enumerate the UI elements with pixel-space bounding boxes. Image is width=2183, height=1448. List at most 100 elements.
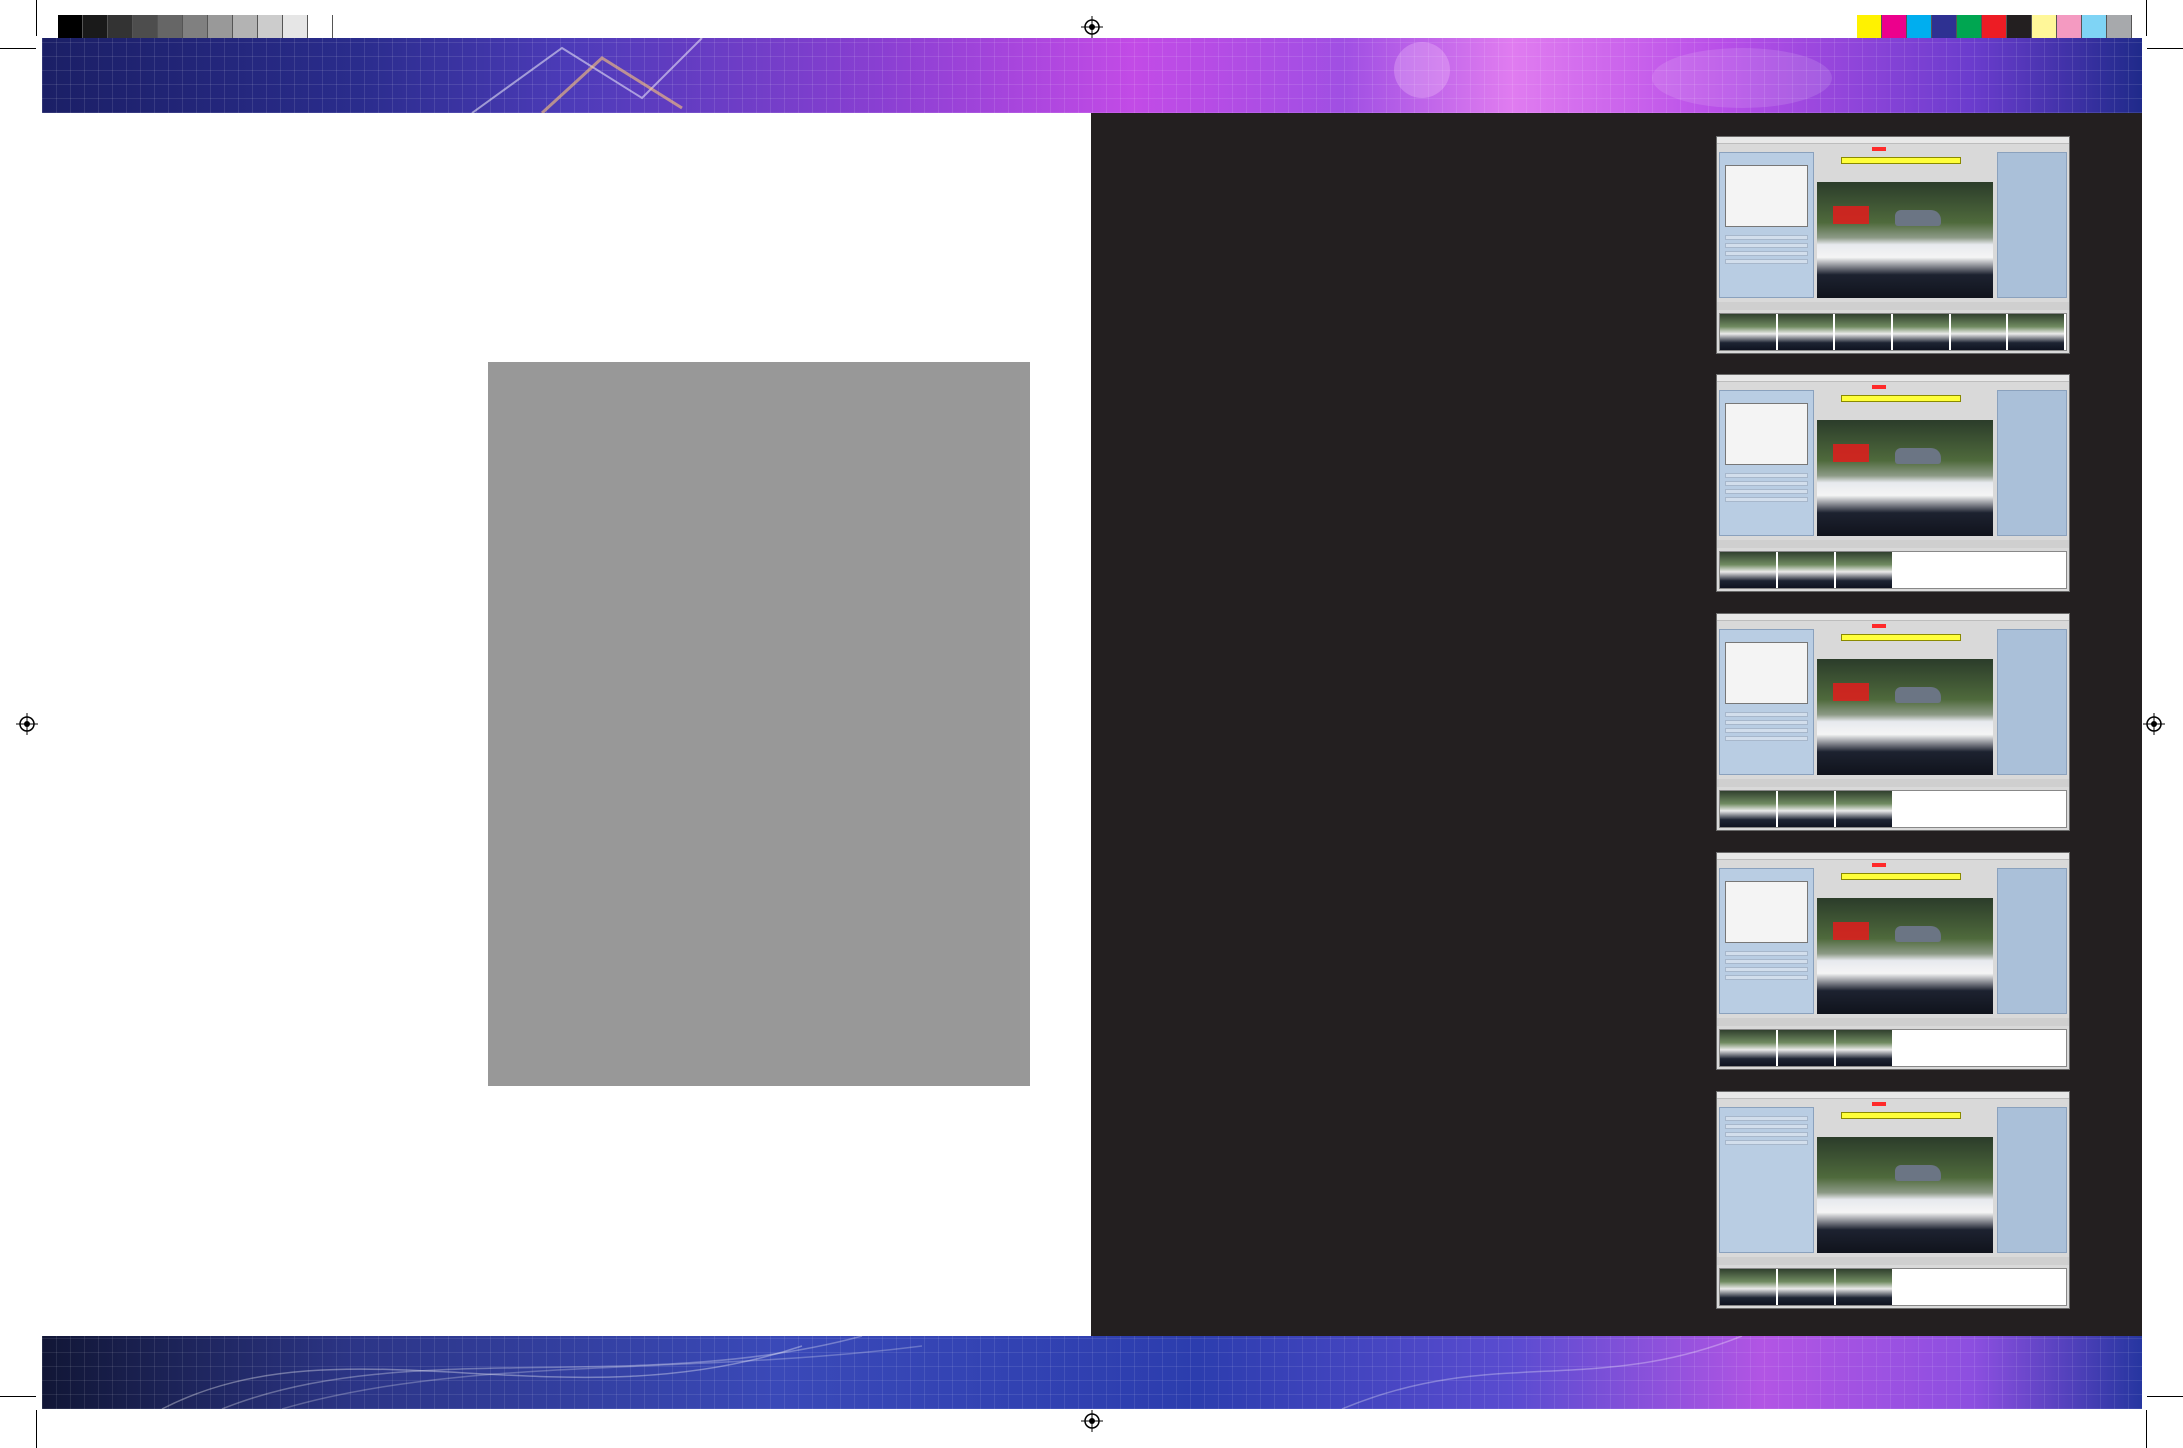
screenshot-sidebar xyxy=(1719,390,1814,536)
registration-mark-icon xyxy=(16,713,38,735)
screenshot-filmstrip-toolbar xyxy=(1717,302,2069,310)
screenshot-timeline xyxy=(1841,1112,1961,1119)
app-screenshot xyxy=(1716,374,2070,592)
crop-mark xyxy=(2146,1410,2147,1448)
color-swatch xyxy=(1957,15,1982,39)
color-swatch xyxy=(308,15,333,39)
screenshot-timeline-marker xyxy=(1872,863,1886,867)
screenshot-sidebar-row xyxy=(1725,481,1808,486)
screenshot-filmstrip-toolbar xyxy=(1717,1018,2069,1026)
screenshot-menubar xyxy=(1717,375,2069,382)
screenshot-filmstrip-frame xyxy=(1778,552,1834,588)
screenshot-right-pane xyxy=(1997,390,2067,536)
registration-mark-icon xyxy=(1081,16,1103,38)
screenshot-filmstrip-frame xyxy=(1778,1030,1834,1066)
screenshot-filmstrip-frame xyxy=(2008,314,2065,350)
screenshot-video-frame xyxy=(1817,420,1993,536)
screenshot-filmstrip-frame xyxy=(1720,1269,1776,1305)
screenshot-sidebar-row xyxy=(1725,1124,1808,1129)
footer-wireframe-lines xyxy=(161,1336,1743,1409)
registration-mark-icon xyxy=(1081,1410,1103,1432)
screenshot-sidebar-row xyxy=(1725,259,1808,264)
color-swatch xyxy=(158,15,183,39)
screenshot-sidebar-panel xyxy=(1725,165,1808,227)
screenshot-timeline xyxy=(1841,395,1961,402)
screenshot-filmstrip xyxy=(1719,1029,2067,1067)
crop-mark xyxy=(2147,1396,2183,1397)
screenshot-filmstrip xyxy=(1719,313,2067,351)
screenshot-menubar xyxy=(1717,614,2069,621)
screenshot-filmstrip-frame xyxy=(1836,552,1892,588)
screenshot-filmstrip-frame xyxy=(1777,314,1834,350)
app-screenshot xyxy=(1716,136,2070,354)
crop-mark xyxy=(0,1396,36,1397)
color-swatch xyxy=(83,15,108,39)
footer-banner-artwork xyxy=(42,1336,2142,1409)
color-swatch xyxy=(1907,15,1932,39)
screenshot-timeline xyxy=(1841,634,1961,641)
app-screenshot xyxy=(1716,1091,2070,1309)
color-swatch xyxy=(2057,15,2082,39)
screenshot-filmstrip-frame xyxy=(1893,314,1949,350)
screenshot-video-frame xyxy=(1817,1137,1993,1253)
screenshot-filmstrip xyxy=(1719,790,2067,828)
screenshot-sidebar-row xyxy=(1725,243,1808,248)
screenshot-sidebar-row xyxy=(1725,1132,1808,1137)
screenshot-sidebar-row xyxy=(1725,1116,1808,1121)
screenshot-sidebar-row xyxy=(1725,967,1808,972)
screenshot-menubar xyxy=(1717,137,2069,144)
color-swatch xyxy=(58,15,83,39)
color-swatch xyxy=(133,15,158,39)
screenshot-menubar xyxy=(1717,1092,2069,1099)
screenshot-right-pane xyxy=(1997,152,2067,298)
screenshot-sidebar xyxy=(1719,629,1814,775)
color-swatch xyxy=(108,15,133,39)
screenshot-filmstrip-frame xyxy=(1720,791,1776,827)
crop-mark xyxy=(36,0,37,36)
color-swatch xyxy=(1982,15,2007,39)
header-network-lines xyxy=(471,38,1832,113)
crop-mark xyxy=(2146,0,2147,36)
screenshot-video-frame xyxy=(1817,659,1993,775)
screenshot-timeline-marker xyxy=(1872,1102,1886,1106)
screenshot-filmstrip-frame xyxy=(1720,552,1776,588)
screenshot-filmstrip-frame xyxy=(1778,1269,1834,1305)
screenshot-filmstrip xyxy=(1719,1268,2067,1306)
image-placeholder xyxy=(488,362,1030,1086)
color-swatch xyxy=(2007,15,2032,39)
screenshot-timeline xyxy=(1841,157,1961,164)
screenshot-vehicle xyxy=(1895,687,1941,703)
screenshot-filmstrip-frame xyxy=(1720,314,1776,350)
screenshot-sidebar-row xyxy=(1725,235,1808,240)
color-swatch xyxy=(2082,15,2107,39)
screenshot-highlight-region xyxy=(1833,922,1869,940)
screenshot-sidebar-row xyxy=(1725,959,1808,964)
screenshot-vehicle xyxy=(1895,1165,1941,1181)
screenshot-sidebar xyxy=(1719,868,1814,1014)
screenshot-sidebar-row xyxy=(1725,736,1808,741)
screenshot-sidebar xyxy=(1719,152,1814,298)
screenshot-sidebar-row xyxy=(1725,497,1808,502)
crop-mark xyxy=(36,1410,37,1448)
screenshot-sidebar-row xyxy=(1725,728,1808,733)
screenshot-sidebar-row xyxy=(1725,489,1808,494)
screenshot-vehicle xyxy=(1895,926,1941,942)
screenshot-timeline xyxy=(1841,873,1961,880)
screenshot-sidebar-panel xyxy=(1725,881,1808,943)
screenshot-sidebar-row xyxy=(1725,251,1808,256)
app-screenshot xyxy=(1716,852,2070,1070)
color-swatch xyxy=(2107,15,2132,39)
color-swatch xyxy=(258,15,283,39)
header-banner-artwork xyxy=(42,38,2142,113)
screenshot-filmstrip-toolbar xyxy=(1717,1257,2069,1265)
screenshot-sidebar-row xyxy=(1725,975,1808,980)
color-swatch xyxy=(1882,15,1907,39)
screenshot-sidebar-row xyxy=(1725,951,1808,956)
registration-mark-icon xyxy=(2143,713,2165,735)
screenshot-filmstrip-frame xyxy=(1835,314,1892,350)
screenshot-video-frame xyxy=(1817,182,1993,298)
crop-mark xyxy=(2147,48,2183,49)
color-control-strip xyxy=(1857,15,2132,39)
color-swatch xyxy=(1932,15,1957,39)
screenshot-filmstrip-frame xyxy=(1836,1030,1892,1066)
